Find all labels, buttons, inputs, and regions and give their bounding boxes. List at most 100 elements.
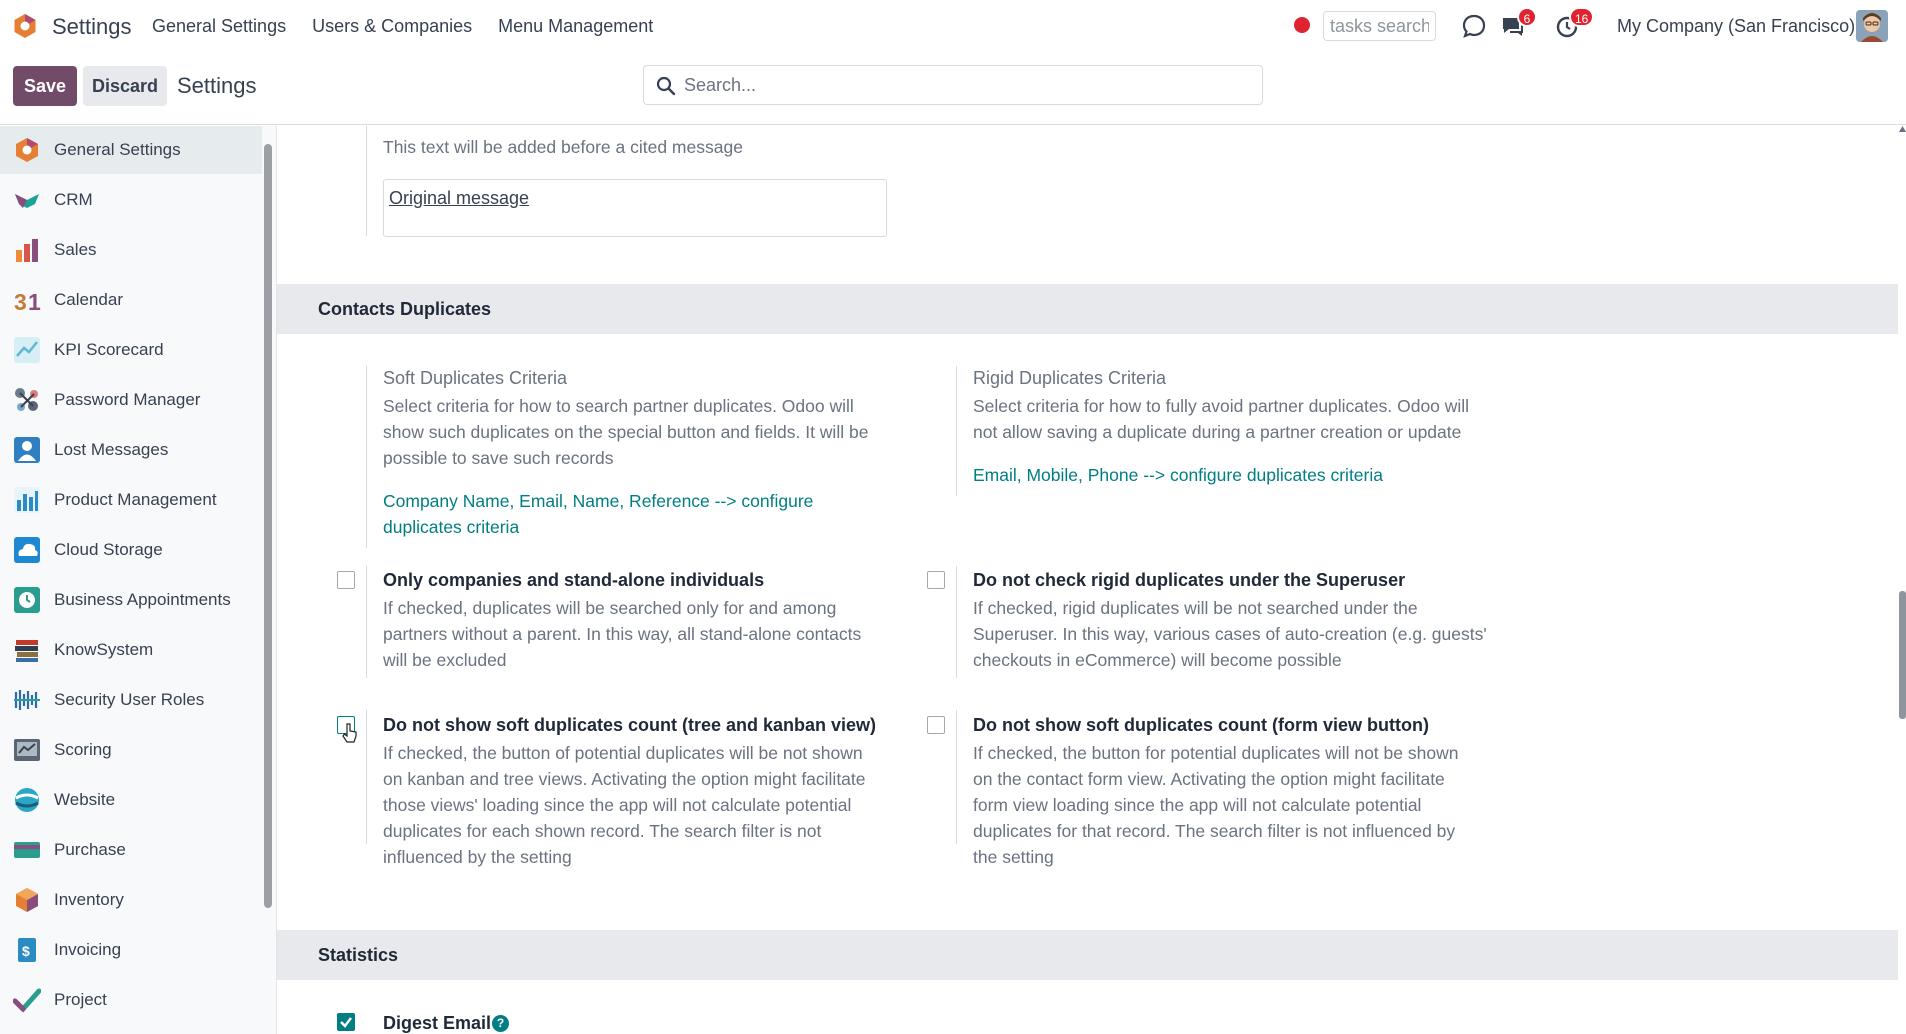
only-companies-checkbox[interactable]	[337, 571, 355, 589]
sidebar-item-label: Project	[54, 990, 107, 1009]
no-soft-tree-desc-4: duplicates for each shown record. The se…	[383, 821, 822, 841]
no-soft-tree-desc-5: influenced by the setting	[383, 847, 572, 867]
setting-divider	[366, 566, 367, 678]
no-soft-form-desc-5: the setting	[973, 847, 1054, 867]
app-title[interactable]: Settings	[52, 14, 132, 40]
sidebar-item-sales[interactable]: Sales	[0, 226, 262, 274]
product-management-app-icon	[14, 487, 40, 513]
sidebar-item-scoring[interactable]: Scoring	[0, 726, 262, 774]
no-rigid-superuser-desc-3: checkouts in eCommerce) will become poss…	[973, 650, 1342, 670]
setting-divider	[366, 366, 367, 548]
settings-app-logo-icon[interactable]	[12, 13, 38, 39]
soft-criteria-desc-3: possible to save such records	[383, 448, 614, 468]
settings-search-box[interactable]	[643, 65, 1263, 105]
sidebar-item-inventory[interactable]: Inventory	[0, 876, 262, 924]
soft-criteria-configure-link[interactable]: Company Name, Email, Name, Reference -->…	[383, 488, 813, 514]
rigid-criteria-label: Rigid Duplicates Criteria	[973, 368, 1167, 388]
soft-criteria-desc-1: Select criteria for how to search partne…	[383, 396, 854, 416]
sidebar-item-kpi-scorecard[interactable]: KPI Scorecard	[0, 326, 262, 374]
no-rigid-superuser-checkbox[interactable]	[927, 571, 945, 589]
sidebar-item-label: General Settings	[54, 140, 181, 159]
discuss-chat-icon[interactable]	[1461, 13, 1487, 39]
sidebar-item-label: KPI Scorecard	[54, 340, 164, 359]
no-soft-tree-title[interactable]: Do not show soft duplicates count (tree …	[383, 715, 876, 736]
no-rigid-superuser-desc-1: If checked, rigid duplicates will be not…	[973, 598, 1418, 618]
crm-app-icon	[15, 194, 39, 208]
menu-general-settings[interactable]: General Settings	[152, 16, 286, 37]
section-title: Statistics	[318, 945, 399, 965]
sidebar-item-label: Invoicing	[54, 940, 122, 959]
no-soft-form-title[interactable]: Do not show soft duplicates count (form …	[973, 715, 1429, 736]
svg-text:$: $	[22, 943, 30, 959]
digest-email-checkbox[interactable]	[337, 1013, 355, 1031]
only-companies-title[interactable]: Only companies and stand-alone individua…	[383, 570, 764, 591]
sidebar-item-calendar[interactable]: 3 1 Calendar	[0, 276, 262, 324]
settings-main-content: This text will be added before a cited m…	[277, 126, 1906, 1034]
sidebar-item-general-settings[interactable]: General Settings	[0, 126, 262, 174]
sidebar-item-invoicing[interactable]: $ Invoicing	[0, 926, 262, 974]
sidebar-item-lost-messages[interactable]: Lost Messages	[0, 426, 262, 474]
sidebar-item-purchase[interactable]: Purchase	[0, 826, 262, 874]
sidebar-item-business-appointments[interactable]: Business Appointments	[0, 576, 262, 624]
main-scrollbar[interactable]	[1899, 591, 1906, 719]
project-app-icon	[13, 988, 41, 1013]
no-rigid-superuser-title[interactable]: Do not check rigid duplicates under the …	[973, 570, 1405, 591]
checkmark-icon	[340, 1017, 352, 1028]
messages-badge: 6	[1517, 7, 1537, 27]
discard-button[interactable]: Discard	[83, 66, 167, 106]
section-title: Contacts Duplicates	[318, 299, 492, 319]
only-companies-desc-2: partners without a parent. In this way, …	[383, 624, 862, 644]
setting-divider	[366, 126, 367, 236]
cited-message-field[interactable]: Original message	[383, 179, 887, 237]
sidebar-item-label: Sales	[54, 240, 97, 259]
sidebar-item-project[interactable]: Project	[0, 976, 262, 1024]
menu-menu-management[interactable]: Menu Management	[498, 16, 653, 37]
sidebar-item-crm[interactable]: CRM	[0, 176, 262, 224]
digest-email-title[interactable]: Digest Email	[383, 1013, 491, 1034]
cited-message-value: Original message	[389, 188, 530, 208]
sidebar-item-product-management[interactable]: Product Management	[0, 476, 262, 524]
svg-text:1: 1	[28, 289, 41, 314]
recording-indicator-icon[interactable]	[1294, 17, 1310, 33]
no-soft-tree-desc-3: those views' loading since the app will …	[383, 795, 852, 815]
website-app-icon	[15, 788, 39, 812]
sidebar-item-knowsystem[interactable]: KnowSystem	[0, 626, 262, 674]
rigid-criteria-desc-2: not allow saving a duplicate during a pa…	[973, 422, 1462, 442]
password-manager-app-icon	[15, 388, 38, 411]
cited-message-description: This text will be added before a cited m…	[383, 137, 743, 157]
setting-divider	[956, 566, 957, 678]
no-soft-form-desc-2: on the contact form view. Activating the…	[973, 769, 1445, 789]
sidebar-item-website[interactable]: Website	[0, 776, 262, 824]
control-panel: Save Discard Settings	[0, 52, 1906, 125]
settings-search-input[interactable]	[684, 72, 1244, 98]
menu-users-companies[interactable]: Users & Companies	[312, 16, 472, 37]
breadcrumb: Settings	[177, 73, 257, 98]
security-user-roles-app-icon	[14, 690, 40, 710]
mouse-pointer-icon	[342, 723, 357, 743]
sidebar-item-label: Business Appointments	[54, 590, 231, 609]
no-soft-form-checkbox[interactable]	[927, 716, 945, 734]
activities-badge: 16	[1569, 7, 1595, 27]
kpi-scorecard-app-icon	[14, 337, 40, 363]
sidebar-item-label: CRM	[54, 190, 93, 209]
setting-divider	[366, 710, 367, 844]
help-question-icon[interactable]: ?	[492, 1015, 509, 1032]
user-avatar-icon	[1856, 10, 1888, 42]
company-switcher[interactable]: My Company (San Francisco)	[1617, 16, 1855, 37]
settings-app-icon	[16, 138, 38, 162]
tasks-search-input[interactable]	[1323, 11, 1436, 41]
invoicing-app-icon: $	[18, 938, 36, 962]
inventory-app-icon	[16, 888, 38, 912]
sidebar-scrollbar[interactable]	[264, 144, 272, 908]
save-button[interactable]: Save	[13, 66, 77, 106]
knowsystem-app-icon	[15, 640, 38, 662]
rigid-criteria-configure-link[interactable]: Email, Mobile, Phone --> configure dupli…	[973, 462, 1383, 488]
sidebar-item-label: Security User Roles	[54, 690, 205, 709]
user-avatar[interactable]	[1856, 10, 1888, 42]
soft-criteria-configure-link-cont[interactable]: duplicates criteria	[383, 514, 519, 540]
scroll-up-arrow-icon[interactable]	[1899, 126, 1906, 132]
business-appointments-app-icon	[14, 587, 40, 613]
sidebar-item-cloud-storage[interactable]: Cloud Storage	[0, 526, 262, 574]
sidebar-item-password-manager[interactable]: Password Manager	[0, 376, 262, 424]
sidebar-item-security-user-roles[interactable]: Security User Roles	[0, 676, 262, 724]
